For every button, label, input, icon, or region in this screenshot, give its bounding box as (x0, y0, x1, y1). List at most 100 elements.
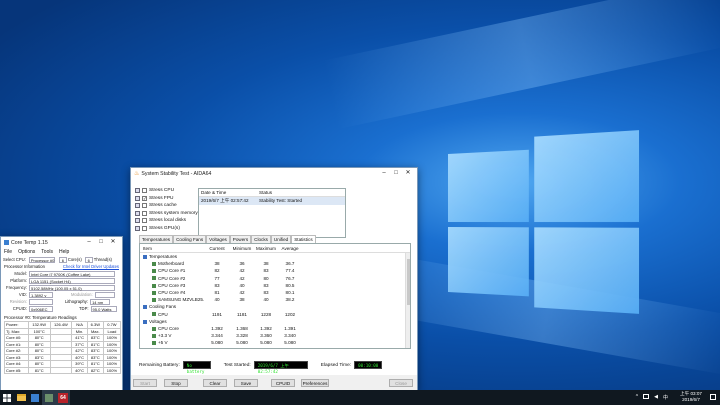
table-row[interactable]: CPU Core #3 83 40 83 80.5 (140, 282, 410, 289)
menu-options[interactable]: Options (18, 249, 35, 255)
table-row[interactable]: +3.3 V 3.344 3.328 3.360 3.340 (140, 332, 410, 339)
taskbar-item-file-explorer[interactable] (14, 390, 28, 405)
table-row[interactable]: +5 V 5.080 5.080 5.080 5.080 (140, 339, 410, 346)
taskbar-clock[interactable]: 上午 03:07 2019/6/7 (680, 391, 702, 403)
stop-button[interactable]: Stop (164, 379, 188, 387)
table-cell: 100% (102, 366, 122, 374)
cache-icon (135, 203, 140, 209)
stress-cpu-option[interactable]: Stress CPU (135, 187, 198, 195)
row-current: 82 (214, 268, 220, 274)
button-bar: Start Stop Clear Save CPUID Preferences … (131, 375, 417, 391)
close-button[interactable]: ✕ (402, 168, 414, 179)
statistics-scrollbar[interactable] (405, 253, 410, 348)
chevron-up-icon[interactable]: ^ (636, 394, 638, 401)
cpuid-button[interactable]: CPUID (271, 379, 295, 387)
stress-cache-option[interactable]: Stress cache (135, 202, 198, 210)
stress-gpu-option[interactable]: Stress GPU(s) (135, 225, 198, 233)
stress-memory-option[interactable]: Stress system memory (135, 210, 198, 218)
cpu-icon (152, 326, 156, 331)
driver-update-link[interactable]: Check for Intel Driver Updates (63, 264, 119, 269)
row-item: Cooling Fans (140, 304, 204, 309)
memory-icon (135, 210, 140, 216)
tab-cooling-fans[interactable]: Cooling Fans (173, 235, 207, 243)
table-row[interactable]: Motherboard 38 36 38 36.7 (140, 260, 410, 267)
test-info-bar: Remaining Battery: No battery Test Start… (139, 361, 383, 374)
select-cpu-dropdown[interactable]: Processor #0 (28, 256, 55, 263)
table-row[interactable]: CPU Core #1 82 42 83 77.4 (140, 267, 410, 274)
table-row[interactable]: CPU Core #4 81 42 83 80.1 (140, 289, 410, 296)
column-average[interactable]: Average (278, 246, 302, 251)
stress-fpu-checkbox[interactable]: ✓ (142, 195, 147, 201)
tab-temperatures[interactable]: Temperatures (139, 235, 174, 243)
remaining-battery-label: Remaining Battery: (139, 362, 180, 368)
taskbar-item-store[interactable] (28, 390, 42, 405)
coretemp-titlebar[interactable]: Core Temp 1.15 – □ ✕ (1, 237, 122, 248)
row-item: +3.3 V (140, 333, 204, 338)
tab-clocks[interactable]: Clocks (251, 235, 271, 243)
column-current[interactable]: Current (204, 246, 230, 251)
row-minimum: 1.368 (236, 325, 248, 331)
column-item[interactable]: Item (140, 246, 204, 251)
row-maximum: 1228 (260, 311, 272, 317)
minimize-button[interactable]: – (378, 168, 390, 179)
table-row[interactable]: CPU Core 1.392 1.368 1.392 1.391 (140, 325, 410, 332)
menu-help[interactable]: Help (59, 249, 69, 255)
cores-label: Core(s) (67, 257, 82, 262)
tab-statistics[interactable]: Statistics (291, 235, 316, 243)
maximize-button[interactable]: □ (390, 168, 402, 179)
stress-fpu-option[interactable]: ✓ Stress FPU (135, 195, 198, 203)
fpu-icon (135, 195, 140, 201)
row-item-label: Motherboard (158, 261, 185, 267)
clear-button[interactable]: Clear (203, 379, 227, 387)
table-row[interactable]: Temperatures (140, 253, 410, 260)
taskbar-item-aida64[interactable]: 64 (56, 390, 70, 405)
stress-cache-checkbox[interactable] (142, 203, 147, 209)
input-method-icon[interactable]: 中 (663, 394, 668, 401)
notification-icon[interactable] (710, 394, 716, 400)
window-title: System Stability Test - AIDA64 (141, 170, 212, 177)
table-row[interactable]: CPU 1191 1181 1228 1202 (140, 311, 410, 318)
row-average: 76.7 (285, 275, 295, 281)
row-item: CPU (140, 312, 204, 317)
scrollbar-thumb[interactable] (407, 259, 410, 305)
status-date: 2019/6/7 上午 02:57:42 (201, 198, 249, 203)
row-current: 77 (214, 275, 220, 281)
close-dialog-button[interactable]: Close (389, 379, 413, 387)
stress-cpu-checkbox[interactable] (142, 188, 147, 194)
volume-icon[interactable]: ◀ (654, 394, 658, 401)
stress-gpu-checkbox[interactable] (142, 225, 147, 231)
tdp-label: TDP: (79, 306, 89, 311)
column-minimum[interactable]: Minimum (230, 246, 254, 251)
close-button[interactable]: ✕ (107, 237, 119, 248)
network-icon[interactable] (643, 394, 650, 399)
column-maximum[interactable]: Maximum (254, 246, 278, 251)
row-item-label: Temperatures (149, 254, 178, 260)
windows-start-icon (3, 393, 11, 402)
table-row[interactable]: Cooling Fans (140, 303, 410, 310)
start-button[interactable] (0, 390, 14, 405)
select-cpu-row: Select CPU: Processor #0 6 Core(s) 6 Thr… (1, 256, 122, 263)
aida64-titlebar[interactable]: ♨ System Stability Test - AIDA64 – □ ✕ (131, 168, 417, 179)
taskbar-item-coretemp[interactable] (42, 390, 56, 405)
menu-file[interactable]: File (4, 249, 12, 255)
stress-disks-checkbox[interactable] (142, 218, 147, 224)
table-row[interactable]: SAMSUNG MZVLB25... 40 38 40 38.2 (140, 296, 410, 303)
minimize-button[interactable]: – (83, 237, 95, 248)
row-maximum: 83 (263, 290, 269, 296)
tab-voltages[interactable]: Voltages (206, 235, 230, 243)
stress-memory-checkbox[interactable] (142, 210, 147, 216)
table-row[interactable]: Voltages (140, 318, 410, 325)
tab-powers[interactable]: Powers (229, 235, 252, 243)
status-log-header: Date & Time Status (199, 189, 345, 197)
save-button[interactable]: Save (234, 379, 258, 387)
tab-unified[interactable]: Unified (270, 235, 292, 243)
status-log-row[interactable]: 2019/6/7 上午 02:57:42 Stability Test: Sta… (199, 197, 345, 205)
table-row[interactable]: CPU Core #2 77 42 80 76.7 (140, 275, 410, 282)
menu-tools[interactable]: Tools (41, 249, 53, 255)
preferences-button[interactable]: Preferences (301, 379, 329, 387)
start-button[interactable]: Start (133, 379, 157, 387)
maximize-button[interactable]: □ (95, 237, 107, 248)
stress-disks-option[interactable]: Stress local disks (135, 217, 198, 225)
row-item: +5 V (140, 340, 204, 345)
table-cell: 40°C (71, 366, 88, 374)
